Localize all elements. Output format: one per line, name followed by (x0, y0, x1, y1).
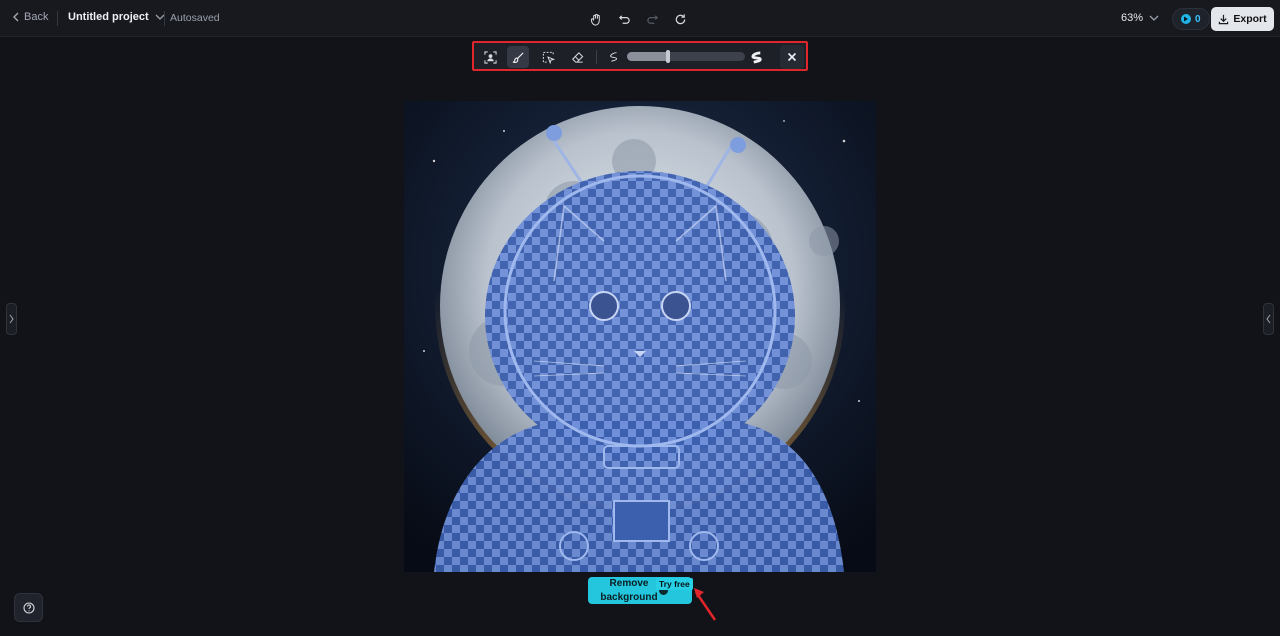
canvas-image[interactable] (404, 101, 876, 572)
download-icon (1219, 14, 1229, 24)
select-subject-icon (483, 50, 497, 64)
redo-icon (646, 14, 658, 24)
refresh-icon (675, 13, 685, 24)
export-button[interactable]: Export (1211, 7, 1274, 31)
small-brush-size-icon (610, 52, 618, 62)
autosave-status: Autosaved (170, 12, 220, 24)
left-panel-toggle[interactable] (6, 303, 17, 335)
brush-size-slider[interactable] (627, 50, 745, 63)
credit-icon (1181, 14, 1191, 24)
undo-button[interactable] (613, 8, 635, 30)
undo-icon (618, 14, 630, 24)
hand-icon (590, 13, 600, 26)
try-free-badge: Try free (656, 578, 693, 590)
chevron-down-icon (1149, 15, 1159, 21)
project-title-menu[interactable]: Untitled project (68, 11, 165, 23)
back-button[interactable]: Back (12, 11, 48, 23)
zoom-select[interactable]: 63% (1121, 12, 1159, 24)
brush-icon (512, 51, 524, 63)
brush-size-fill (627, 52, 668, 61)
chevron-left-icon (1266, 314, 1271, 324)
eraser-tool[interactable] (566, 46, 588, 68)
export-label: Export (1233, 13, 1267, 25)
large-brush-size-icon (750, 50, 762, 63)
eraser-icon (571, 51, 583, 63)
close-brush-toolbar-button[interactable] (780, 45, 804, 69)
chevron-left-icon (13, 12, 19, 22)
help-button[interactable] (14, 593, 43, 622)
history-toolbar (585, 8, 691, 30)
help-icon (22, 601, 35, 614)
right-panel-toggle[interactable] (1263, 303, 1274, 335)
credits-button[interactable]: 0 (1172, 8, 1210, 30)
astronaut-cat-image (404, 101, 876, 572)
refresh-button[interactable] (669, 8, 691, 30)
small-brush-size-button[interactable] (603, 46, 625, 68)
brush-tool[interactable] (507, 46, 529, 68)
top-bar: Back Untitled project Autosaved 63% 0 Ex… (0, 0, 1280, 37)
select-subject-tool[interactable] (479, 46, 501, 68)
zoom-level: 63% (1121, 12, 1144, 24)
redo-button[interactable] (641, 8, 663, 30)
toolbar-divider (596, 50, 597, 64)
project-title: Untitled project (68, 11, 149, 23)
credits-count: 0 (1195, 13, 1201, 25)
divider (57, 11, 58, 26)
lasso-icon (542, 51, 555, 64)
chevron-right-icon (9, 314, 14, 324)
annotation-arrow-icon (694, 588, 717, 621)
brush-toolbar (472, 41, 808, 71)
brush-size-handle[interactable] (666, 50, 670, 63)
hand-tool-button[interactable] (585, 8, 607, 30)
back-label: Back (24, 11, 49, 23)
large-brush-size-button[interactable] (746, 46, 768, 68)
close-icon (787, 52, 797, 62)
lasso-tool[interactable] (537, 46, 559, 68)
divider (164, 11, 165, 26)
